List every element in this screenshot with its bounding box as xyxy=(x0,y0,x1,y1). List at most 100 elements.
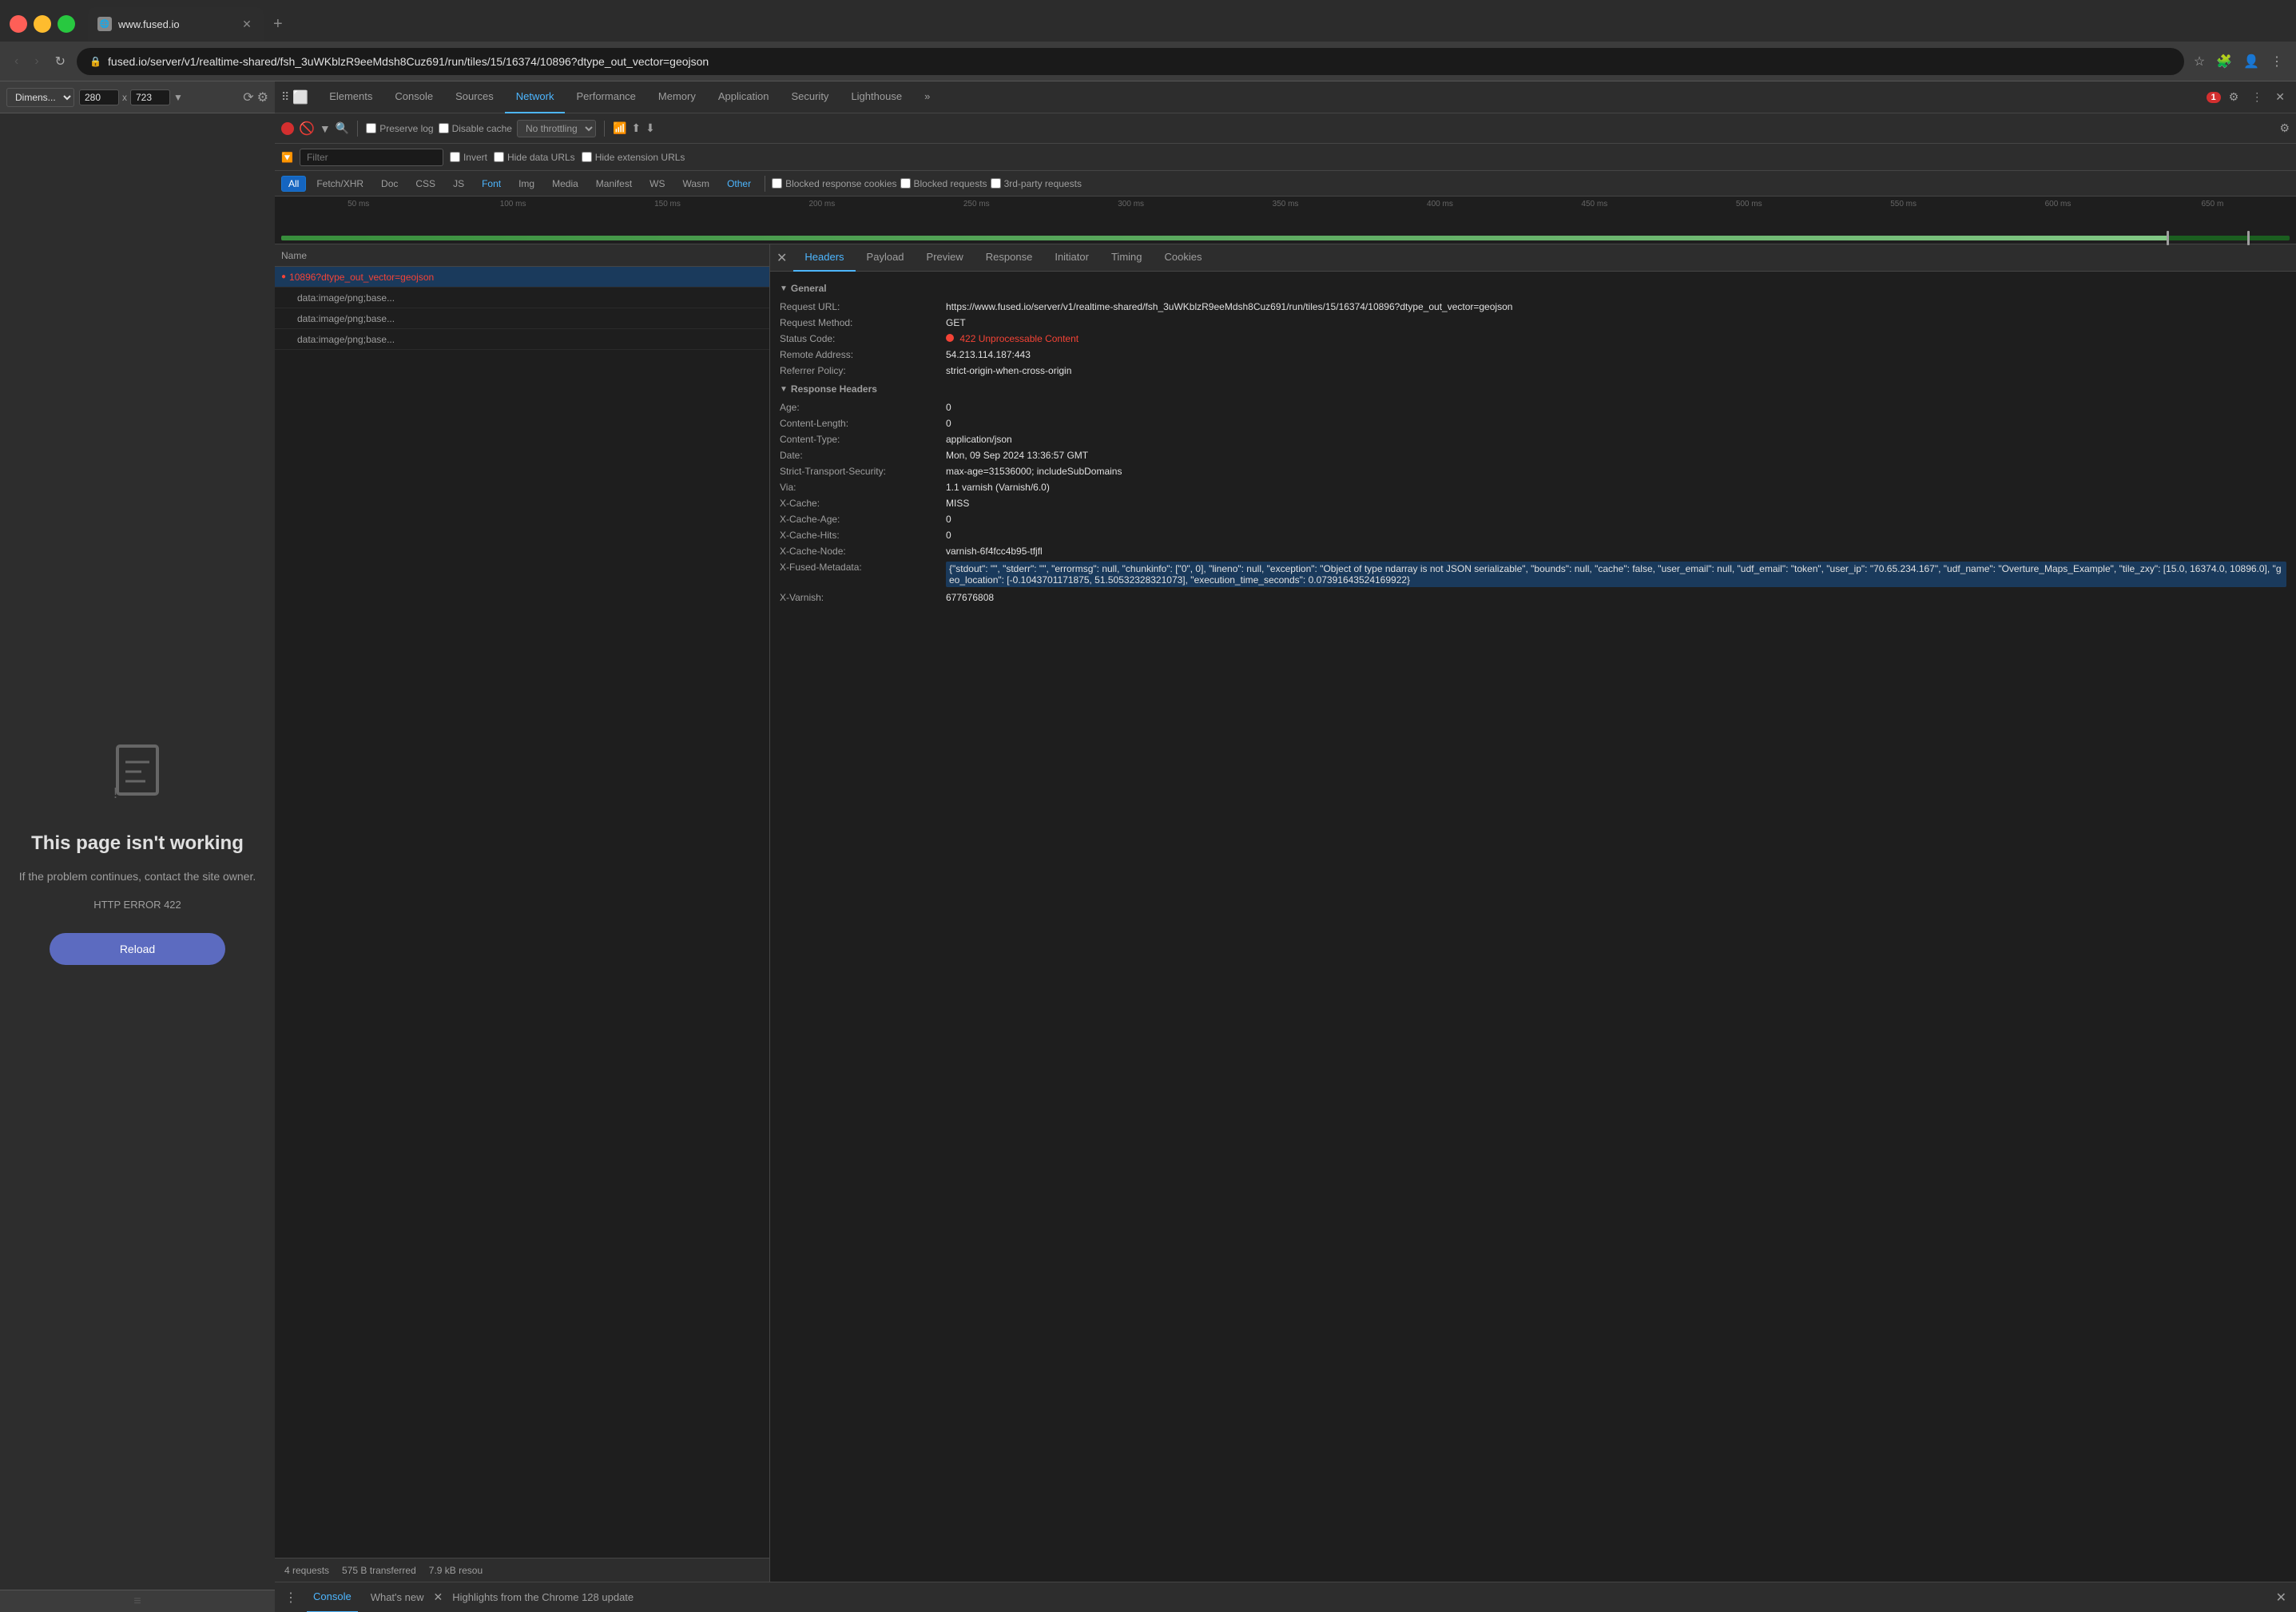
type-btn-wasm[interactable]: Wasm xyxy=(676,176,717,192)
type-btn-manifest[interactable]: Manifest xyxy=(589,176,639,192)
wifi-icon[interactable]: 📶 xyxy=(613,121,626,135)
whats-new-close-icon[interactable]: ✕ xyxy=(434,1590,443,1604)
width-input[interactable] xyxy=(79,89,119,105)
forward-button[interactable]: › xyxy=(30,51,43,72)
hide-extension-urls-checkbox[interactable]: Hide extension URLs xyxy=(582,152,685,163)
tab-network[interactable]: Network xyxy=(505,81,566,113)
profile-icon[interactable]: 👤 xyxy=(2240,50,2262,73)
blocked-cookies-checkbox[interactable]: Blocked response cookies xyxy=(772,178,896,189)
request-method-val: GET xyxy=(946,317,2286,328)
via-val: 1.1 varnish (Varnish/6.0) xyxy=(946,482,2286,493)
responsive-tools-icon[interactable]: ⚙ xyxy=(257,89,268,105)
timeline-bar xyxy=(281,236,2290,240)
tab-elements[interactable]: Elements xyxy=(318,81,383,113)
type-btn-img[interactable]: Img xyxy=(511,176,542,192)
active-tab[interactable]: 🌐 www.fused.io ✕ xyxy=(88,7,264,41)
details-close-button[interactable]: ✕ xyxy=(770,250,793,266)
throttle-select[interactable]: No throttling xyxy=(517,120,596,137)
height-input[interactable] xyxy=(130,89,170,105)
preserve-log-checkbox[interactable]: Preserve log xyxy=(366,123,433,134)
whats-new-tab[interactable]: What's new xyxy=(371,1591,424,1603)
menu-icon[interactable]: ⋮ xyxy=(2267,50,2286,73)
back-button[interactable]: ‹ xyxy=(10,51,23,72)
details-tab-timing[interactable]: Timing xyxy=(1100,244,1154,272)
third-party-checkbox[interactable]: 3rd-party requests xyxy=(991,178,1082,189)
address-bar[interactable]: 🔒 fused.io/server/v1/realtime-shared/fsh… xyxy=(77,48,2184,75)
tab-application[interactable]: Application xyxy=(707,81,781,113)
devtools-panel: ⠿ ⬜ Elements Console Sources Network Per… xyxy=(275,81,2296,1612)
console-close-icon[interactable]: ✕ xyxy=(2276,1590,2286,1606)
type-btn-js[interactable]: JS xyxy=(446,176,471,192)
extensions-icon[interactable]: 🧩 xyxy=(2213,50,2235,73)
search-icon[interactable]: 🔍 xyxy=(336,121,349,135)
referrer-policy-val: strict-origin-when-cross-origin xyxy=(946,365,2286,376)
bookmark-icon[interactable]: ☆ xyxy=(2191,50,2208,73)
invert-checkbox[interactable]: Invert xyxy=(450,152,487,163)
type-btn-fetch[interactable]: Fetch/XHR xyxy=(309,176,371,192)
type-btn-other[interactable]: Other xyxy=(720,176,758,192)
details-tab-preview[interactable]: Preview xyxy=(916,244,975,272)
blocked-requests-checkbox[interactable]: Blocked requests xyxy=(900,178,987,189)
more-options-icon[interactable]: ⋮ xyxy=(2246,87,2267,107)
filter-input[interactable] xyxy=(300,149,443,166)
filter-icon[interactable]: ▼ xyxy=(320,122,331,135)
type-btn-media[interactable]: Media xyxy=(545,176,586,192)
tab-close-button[interactable]: ✕ xyxy=(240,17,254,31)
request-item[interactable]: data:image/png;base... xyxy=(275,329,769,350)
tab-sources[interactable]: Sources xyxy=(444,81,505,113)
new-tab-button[interactable]: + xyxy=(267,12,289,37)
record-button[interactable] xyxy=(281,122,294,135)
tab-more[interactable]: » xyxy=(913,81,941,113)
request-url-val: https://www.fused.io/server/v1/realtime-… xyxy=(946,301,2286,312)
type-btn-doc[interactable]: Doc xyxy=(374,176,405,192)
settings-icon[interactable]: ⚙ xyxy=(2224,87,2244,107)
tab-performance[interactable]: Performance xyxy=(565,81,646,113)
request-item[interactable]: data:image/png;base... xyxy=(275,308,769,329)
devtools-layout-icon[interactable]: ⬜ xyxy=(292,89,308,105)
upload-icon[interactable]: ⬆ xyxy=(631,121,641,135)
toolbar-separator-2 xyxy=(604,121,605,137)
tab-memory[interactable]: Memory xyxy=(647,81,707,113)
referrer-policy-key: Referrer Policy: xyxy=(780,365,939,376)
response-headers-section-header[interactable]: Response Headers xyxy=(770,379,2296,399)
tab-lighthouse[interactable]: Lighthouse xyxy=(840,81,913,113)
xcache-row: X-Cache: MISS xyxy=(770,495,2296,511)
maximize-button[interactable] xyxy=(58,15,75,33)
network-settings-icon[interactable]: ⚙ xyxy=(2279,121,2290,134)
download-icon[interactable]: ⬇ xyxy=(646,121,655,135)
request-item[interactable]: ● 10896?dtype_out_vector=geojson xyxy=(275,267,769,288)
details-tab-payload[interactable]: Payload xyxy=(856,244,916,272)
type-btn-css[interactable]: CSS xyxy=(408,176,443,192)
timeline-labels: 50 ms 100 ms 150 ms 200 ms 250 ms 300 ms… xyxy=(281,200,2290,208)
details-tab-headers[interactable]: Headers xyxy=(793,244,855,272)
requests-count: 4 requests xyxy=(284,1565,329,1576)
type-btn-ws[interactable]: WS xyxy=(642,176,672,192)
details-tab-initiator[interactable]: Initiator xyxy=(1043,244,1100,272)
close-button[interactable] xyxy=(10,15,27,33)
size-dropdown-icon[interactable]: ▼ xyxy=(173,92,183,103)
console-bar: ⋮ Console What's new ✕ Highlights from t… xyxy=(275,1582,2296,1612)
type-btn-all[interactable]: All xyxy=(281,176,306,192)
refresh-button[interactable]: ↻ xyxy=(50,50,70,73)
dimensions-dropdown[interactable]: Dimens... xyxy=(6,88,74,107)
status-code-val: 422 Unprocessable Content xyxy=(946,333,2286,344)
reload-button[interactable]: Reload xyxy=(50,933,225,965)
hide-data-urls-checkbox[interactable]: Hide data URLs xyxy=(494,152,575,163)
details-tab-cookies[interactable]: Cookies xyxy=(1154,244,1214,272)
close-devtools-icon[interactable]: ✕ xyxy=(2270,87,2290,107)
console-dots-menu[interactable]: ⋮ xyxy=(284,1590,297,1606)
minimize-button[interactable] xyxy=(34,15,51,33)
tab-console[interactable]: Console xyxy=(383,81,444,113)
device-rotate-icon[interactable]: ⟳ xyxy=(243,89,253,105)
tab-security[interactable]: Security xyxy=(780,81,840,113)
disable-cache-checkbox[interactable]: Disable cache xyxy=(439,123,512,134)
details-tab-response[interactable]: Response xyxy=(975,244,1044,272)
devtools-toggle-icon[interactable]: ⠿ xyxy=(281,90,289,104)
general-section-header[interactable]: General xyxy=(770,278,2296,299)
error-dot-icon: ● xyxy=(281,272,286,281)
clear-button[interactable]: 🚫 xyxy=(299,121,315,137)
request-item[interactable]: data:image/png;base... xyxy=(275,288,769,308)
resources-size: 7.9 kB resou xyxy=(429,1565,483,1576)
console-tab[interactable]: Console xyxy=(307,1582,358,1612)
type-btn-font[interactable]: Font xyxy=(475,176,508,192)
